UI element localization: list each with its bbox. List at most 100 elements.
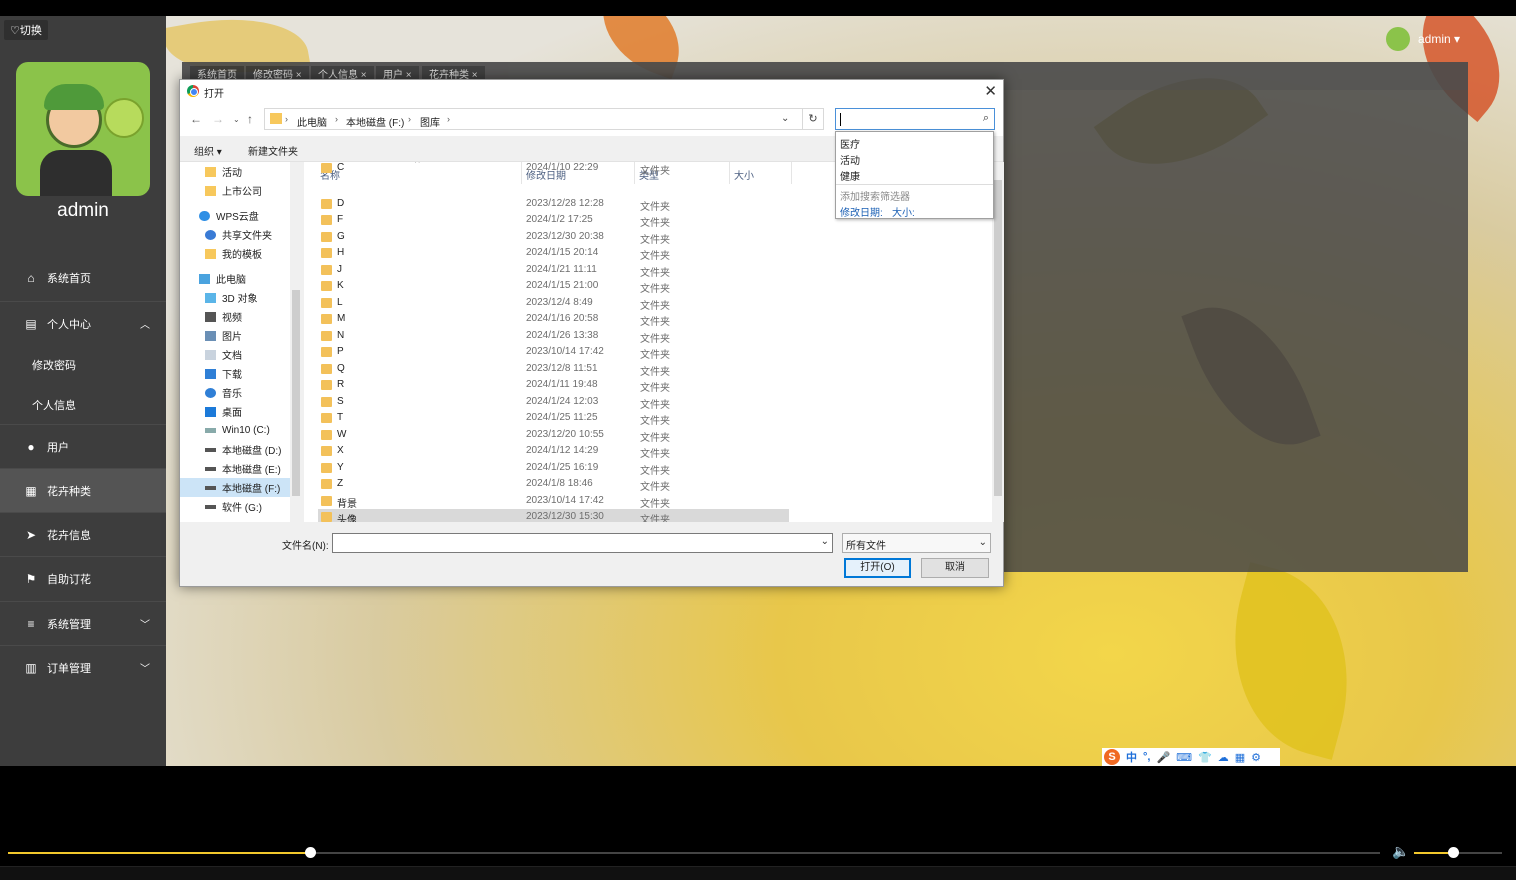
ime-punctuation-icon[interactable]: °,: [1143, 751, 1150, 763]
file-name: Z: [337, 478, 344, 489]
back-arrow-icon[interactable]: ←: [190, 112, 202, 126]
chevron-down-icon[interactable]: ⌄: [781, 113, 789, 124]
file-row[interactable]: Q 2023/12/8 11:51 文件夹: [318, 361, 789, 378]
nav-item[interactable]: 3D 对象: [205, 288, 258, 307]
address-bar[interactable]: › 此电脑 › 本地磁盘 (F:) › 图库 › ⌄: [264, 108, 804, 130]
volume-icon[interactable]: 🔈: [1392, 843, 1409, 860]
switch-button[interactable]: ♡切换: [4, 20, 48, 40]
file-row[interactable]: J 2024/1/21 11:11 文件夹: [318, 262, 789, 279]
filename-input[interactable]: ⌄: [332, 533, 833, 553]
breadcrumb-item[interactable]: 本地磁盘 (F:): [346, 114, 404, 129]
nav-item[interactable]: 共享文件夹: [205, 225, 272, 244]
nav-item[interactable]: 我的模板: [205, 244, 262, 263]
open-button[interactable]: 打开(O): [844, 558, 911, 578]
search-input[interactable]: ⌕: [835, 108, 995, 130]
file-type-select[interactable]: 所有文件 ⌄: [842, 533, 991, 553]
nav-item[interactable]: 上市公司: [205, 181, 262, 200]
file-row[interactable]: R 2024/1/11 19:48 文件夹: [318, 377, 789, 394]
file-row[interactable]: W 2023/12/20 10:55 文件夹: [318, 427, 789, 444]
scrollbar-thumb[interactable]: [292, 290, 300, 496]
cloud-icon[interactable]: ☁: [1218, 751, 1229, 764]
column-divider[interactable]: [791, 162, 792, 184]
sidebar-item-flower-types[interactable]: ▦ 花卉种类: [0, 468, 166, 512]
filter-size-link[interactable]: 大小:: [892, 204, 915, 219]
sogou-logo-icon[interactable]: S: [1104, 749, 1120, 765]
file-date: 2024/1/21 11:11: [526, 263, 597, 275]
file-row[interactable]: D 2023/12/28 12:28 文件夹: [318, 196, 789, 213]
breadcrumb-item[interactable]: 此电脑: [297, 114, 327, 129]
file-row[interactable]: 头像 2023/12/30 15:30 文件夹: [318, 509, 789, 522]
refresh-button[interactable]: ↻: [802, 108, 824, 130]
ime-language-icon[interactable]: 中: [1126, 749, 1137, 765]
search-suggestion[interactable]: 医疗: [840, 136, 860, 151]
file-row[interactable]: T 2024/1/25 11:25 文件夹: [318, 410, 789, 427]
nav-item-selected[interactable]: 本地磁盘 (F:): [180, 478, 290, 497]
nav-item[interactable]: 音乐: [205, 383, 242, 402]
file-row[interactable]: F 2024/1/2 17:25 文件夹: [318, 212, 789, 229]
file-row[interactable]: X 2024/1/12 14:29 文件夹: [318, 443, 789, 460]
share-icon: [205, 229, 216, 240]
nav-item[interactable]: Win10 (C:): [205, 421, 270, 440]
sidebar-item-flower-info[interactable]: ➤ 花卉信息: [0, 512, 166, 556]
file-type: 文件夹: [640, 267, 670, 279]
file-row[interactable]: H 2024/1/15 20:14 文件夹: [318, 245, 789, 262]
file-row[interactable]: M 2024/1/16 20:58 文件夹: [318, 311, 789, 328]
file-row[interactable]: Y 2024/1/25 16:19 文件夹: [318, 460, 789, 477]
file-row[interactable]: C 2024/1/10 22:29 文件夹: [318, 162, 789, 177]
nav-item[interactable]: WPS云盘: [199, 206, 259, 225]
file-type: 文件夹: [640, 333, 670, 345]
keyboard-icon[interactable]: ⌨: [1176, 751, 1192, 764]
new-folder-button[interactable]: 新建文件夹: [248, 143, 298, 158]
up-arrow-icon[interactable]: ↑: [247, 112, 253, 126]
nav-item[interactable]: 视频: [205, 307, 242, 326]
recent-dropdown-icon[interactable]: ⌄: [233, 115, 240, 124]
nav-item[interactable]: 文档: [205, 345, 242, 364]
nav-item[interactable]: 图片: [205, 326, 242, 345]
sidebar-item-self-order[interactable]: ⚑ 自助订花: [0, 556, 166, 600]
file-row[interactable]: S 2024/1/24 12:03 文件夹: [318, 394, 789, 411]
seek-handle[interactable]: [304, 847, 316, 858]
filter-date-link[interactable]: 修改日期:: [840, 204, 883, 219]
folder-icon: [321, 512, 332, 522]
sidebar-item-personal-center[interactable]: ▤ 个人中心 ︿: [0, 301, 166, 345]
search-suggestion[interactable]: 活动: [840, 152, 860, 167]
sidebar-item-users[interactable]: ● 用户: [0, 424, 166, 468]
sidebar-item-change-password[interactable]: 修改密码: [0, 345, 166, 385]
skin-icon[interactable]: 👕: [1198, 751, 1212, 764]
nav-item[interactable]: 软件 (G:): [205, 497, 262, 516]
close-icon[interactable]: ✕: [984, 82, 997, 100]
file-row[interactable]: 背景 2023/10/14 17:42 文件夹: [318, 493, 789, 510]
nav-item[interactable]: 此电脑: [199, 269, 246, 288]
folder-icon: [321, 163, 332, 173]
settings-icon[interactable]: ⚙: [1251, 751, 1261, 764]
file-row[interactable]: N 2024/1/26 13:38 文件夹: [318, 328, 789, 345]
scrollbar-thumb[interactable]: [994, 180, 1002, 496]
nav-item[interactable]: 本地磁盘 (D:): [205, 440, 281, 459]
sidebar-item-personal-info[interactable]: 个人信息: [0, 385, 166, 425]
search-suggestion[interactable]: 健康: [840, 168, 860, 183]
organize-button[interactable]: 组织 ▾: [194, 143, 222, 158]
breadcrumb-item[interactable]: 图库: [420, 114, 440, 129]
file-row[interactable]: K 2024/1/15 21:00 文件夹: [318, 278, 789, 295]
nav-item[interactable]: 本地磁盘 (E:): [205, 459, 281, 478]
nav-item-label: Win10 (C:): [222, 425, 270, 436]
file-row[interactable]: L 2023/12/4 8:49 文件夹: [318, 295, 789, 312]
cancel-button[interactable]: 取消: [921, 558, 989, 578]
apps-icon[interactable]: ▦: [1235, 751, 1245, 764]
chevron-down-icon[interactable]: ⌄: [821, 536, 829, 547]
nav-item[interactable]: 活动: [205, 162, 242, 181]
file-row[interactable]: G 2023/12/30 20:38 文件夹: [318, 229, 789, 246]
sidebar-item-system-management[interactable]: ≡ 系统管理 ﹀: [0, 601, 166, 645]
nav-item[interactable]: 桌面: [205, 402, 242, 421]
microphone-icon[interactable]: 🎤: [1156, 751, 1170, 764]
user-menu[interactable]: admin ▾: [1386, 26, 1460, 52]
folder-icon: [205, 248, 216, 259]
forward-arrow-icon[interactable]: →: [212, 112, 224, 126]
nav-item[interactable]: 下载: [205, 364, 242, 383]
sidebar-item-home[interactable]: ⌂ 系统首页: [0, 256, 166, 300]
file-row[interactable]: Z 2024/1/8 18:46 文件夹: [318, 476, 789, 493]
file-row[interactable]: P 2023/10/14 17:42 文件夹: [318, 344, 789, 361]
sidebar-item-order-management[interactable]: ▥ 订单管理 ﹀: [0, 645, 166, 689]
volume-handle[interactable]: [1447, 847, 1459, 858]
file-name: 头像: [337, 515, 357, 522]
